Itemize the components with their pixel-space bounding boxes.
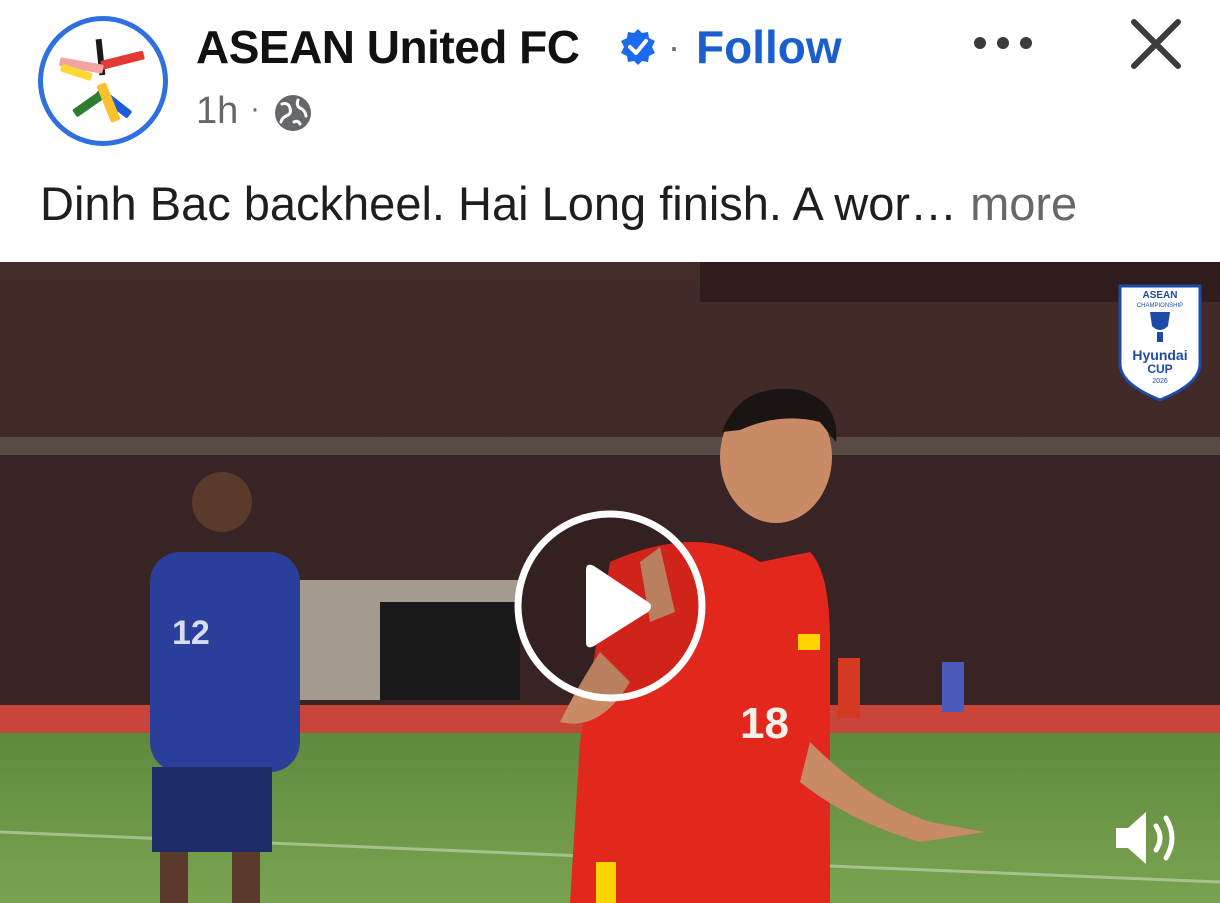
badge-year: 2026 xyxy=(1152,378,1168,385)
post-caption: Dinh Bac backheel. Hai Long finish. A wo… xyxy=(40,176,1077,231)
red-jersey-number: 18 xyxy=(740,699,789,748)
sound-icon[interactable] xyxy=(1112,806,1184,870)
follow-button[interactable]: Follow xyxy=(696,20,842,74)
separator-dot: · xyxy=(250,92,260,125)
asean-united-logo xyxy=(59,38,145,123)
post-header: ASEAN United FC · Follow 1h · xyxy=(0,0,1220,160)
separator-dot: · xyxy=(668,26,680,67)
badge-line1: ASEAN xyxy=(1142,290,1177,301)
page-name[interactable]: ASEAN United FC xyxy=(196,20,580,74)
badge-cup: CUP xyxy=(1147,362,1172,376)
close-icon[interactable] xyxy=(1124,12,1188,76)
video-player[interactable]: 12 18 ASEAN CHAMPIONSHIP Hyundai CUP 202… xyxy=(0,262,1220,903)
asean-championship-badge: ASEAN CHAMPIONSHIP Hyundai CUP 2026 xyxy=(1118,284,1202,402)
badge-line2: CHAMPIONSHIP xyxy=(1137,303,1183,309)
page-avatar[interactable] xyxy=(38,16,168,146)
verified-badge-icon xyxy=(621,29,655,65)
play-icon[interactable] xyxy=(512,508,708,704)
caption-text: Dinh Bac backheel. Hai Long finish. A wo… xyxy=(40,177,958,230)
blue-jersey-number: 12 xyxy=(172,614,210,652)
more-options-icon[interactable] xyxy=(968,26,1038,60)
see-more-link[interactable]: more xyxy=(970,177,1077,230)
globe-icon xyxy=(275,95,311,131)
post-timestamp[interactable]: 1h xyxy=(196,90,238,133)
badge-brand: Hyundai xyxy=(1132,347,1187,363)
